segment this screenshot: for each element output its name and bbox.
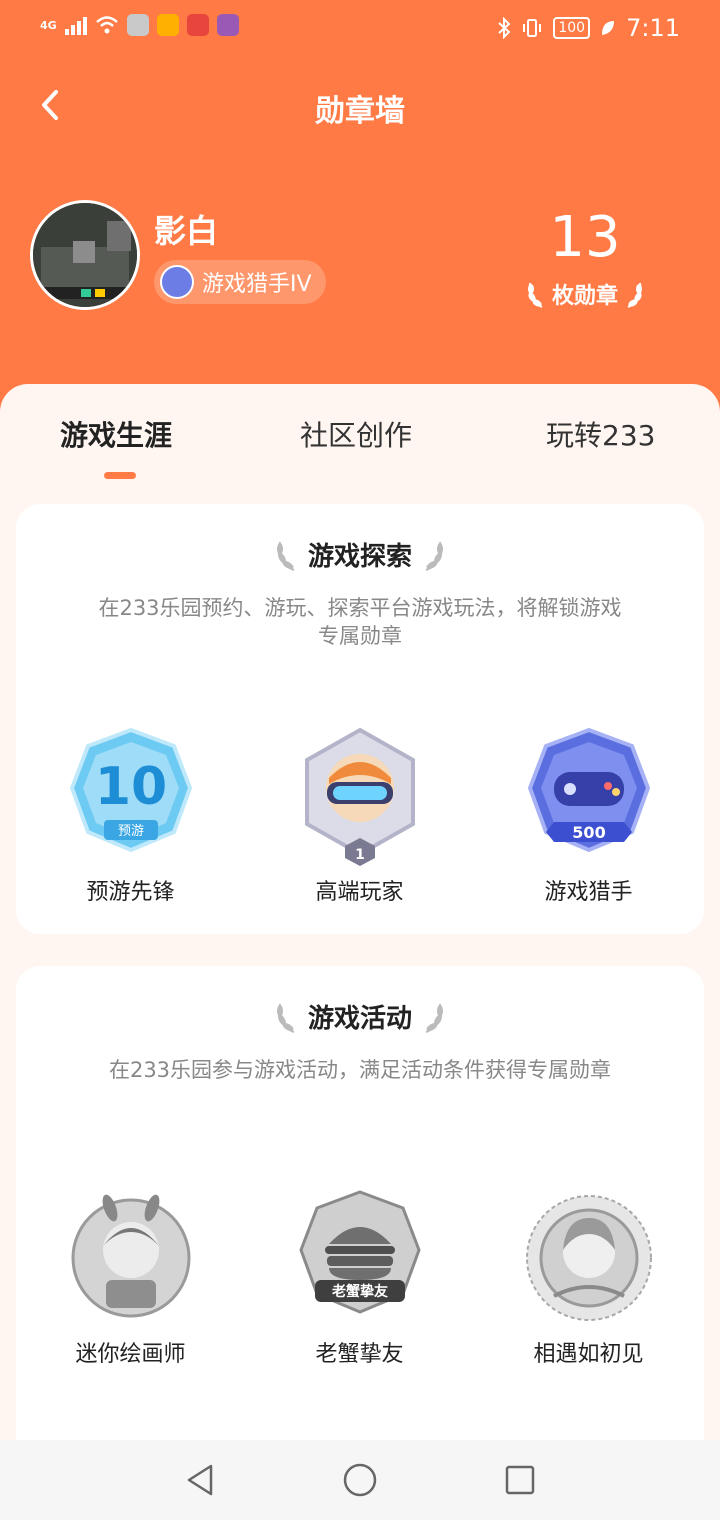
laurel-left-icon xyxy=(527,282,543,308)
badge-item[interactable]: 1 高端玩家 xyxy=(245,726,474,906)
badge-name: 高端玩家 xyxy=(315,880,404,905)
section-description: 在233乐园参与游戏活动，满足活动条件获得专属勋章 xyxy=(108,1058,612,1082)
section-card-explore: 游戏探索 在233乐园预约、游玩、探索平台游戏玩法，将解锁游戏专属勋章 10 预… xyxy=(16,504,704,934)
nav-back-button[interactable] xyxy=(180,1460,220,1500)
badge-sub-text: 老蟹挚友 xyxy=(332,1283,388,1300)
app-notification-icon xyxy=(126,14,149,36)
laurel-left-icon xyxy=(276,541,295,571)
badge-name: 相遇如初见 xyxy=(533,1342,644,1367)
section-header: 游戏活动 xyxy=(16,998,704,1035)
tab-bar: 游戏生涯 社区创作 玩转233 xyxy=(0,384,720,494)
section-title: 游戏探索 xyxy=(307,542,412,572)
burger-friend-badge-icon: 老蟹挚友 xyxy=(295,1188,425,1328)
badge-name: 游戏猎手 xyxy=(544,880,633,905)
cell-signal-icon xyxy=(64,15,87,35)
nav-recents-button[interactable] xyxy=(500,1460,540,1500)
section-header: 游戏探索 xyxy=(16,536,704,573)
laurel-left-icon xyxy=(276,1003,295,1033)
rank-badge-icon xyxy=(160,265,194,299)
badge-number: 10 xyxy=(94,757,166,817)
badge-name: 老蟹挚友 xyxy=(315,1342,404,1367)
system-nav-bar xyxy=(0,1440,720,1520)
network-type: 4G xyxy=(40,18,57,32)
battery-indicator: 100 xyxy=(553,17,591,39)
section-description: 在233乐园预约、游玩、探索平台游戏玩法，将解锁游戏专属勋章 xyxy=(98,596,622,648)
badge-count: 13 枚勋章 xyxy=(510,208,660,310)
badge-row: 10 预游 预游先锋 1 高端玩家 500 游戏猎手 xyxy=(16,726,704,906)
first-meet-badge-icon xyxy=(524,1188,654,1328)
badge-sub-text: 预游 xyxy=(117,824,143,839)
badge-item[interactable]: 10 预游 预游先锋 xyxy=(16,726,245,906)
username: 影白 xyxy=(154,212,219,250)
tab-game-career[interactable]: 游戏生涯 xyxy=(60,414,172,454)
avatar[interactable] xyxy=(30,200,140,310)
badge-count-number: 13 xyxy=(549,205,621,270)
vr-player-badge-icon: 1 xyxy=(295,726,425,866)
badge-number: 500 xyxy=(572,823,605,842)
section-card-events: 游戏活动 在233乐园参与游戏活动，满足活动条件获得专属勋章 迷你绘画师 老蟹挚… xyxy=(16,966,704,1520)
page-title: 勋章墙 xyxy=(315,94,405,129)
nav-home-button[interactable] xyxy=(340,1460,380,1500)
badge-number: 1 xyxy=(355,847,365,863)
mini-painter-badge-icon xyxy=(66,1188,196,1328)
rank-pill[interactable]: 游戏猎手IV xyxy=(154,260,326,304)
badge-item[interactable]: 老蟹挚友 老蟹挚友 xyxy=(245,1188,474,1368)
badge-name: 迷你绘画师 xyxy=(75,1342,186,1367)
laurel-right-icon xyxy=(425,1003,443,1033)
badge-item[interactable]: 500 游戏猎手 xyxy=(474,726,703,906)
clock-time: 7:11 xyxy=(626,14,680,42)
tab-indicator xyxy=(104,472,136,479)
tab-community[interactable]: 社区创作 xyxy=(300,414,412,454)
game-app-icon xyxy=(186,14,209,36)
bluetooth-icon xyxy=(498,17,511,39)
laurel-right-icon xyxy=(425,541,443,571)
status-right: 100 7:11 xyxy=(497,14,680,42)
profile-header: 影白 游戏猎手IV 13 枚勋章 xyxy=(30,200,690,310)
clock-app-icon xyxy=(216,14,239,36)
status-left: 4G xyxy=(40,14,239,36)
rank-label: 游戏猎手IV xyxy=(202,272,312,297)
top-bar: 勋章墙 xyxy=(0,80,720,130)
badge-count-label: 枚勋章 xyxy=(551,284,618,309)
badge-count-caption: 枚勋章 xyxy=(510,278,660,310)
triangle-back-icon xyxy=(187,1464,213,1496)
badge-row: 迷你绘画师 老蟹挚友 老蟹挚友 相遇如初见 xyxy=(16,1188,704,1368)
badge-item[interactable]: 迷你绘画师 xyxy=(16,1188,245,1368)
badge-name: 预游先锋 xyxy=(86,880,175,905)
wifi-icon xyxy=(95,16,118,34)
status-bar: 4G 100 7:11 xyxy=(0,0,720,56)
badge-item[interactable]: 相遇如初见 xyxy=(474,1188,703,1368)
avatar-image xyxy=(33,203,137,307)
laurel-right-icon xyxy=(627,282,642,308)
badge-sheet: 游戏生涯 社区创作 玩转233 游戏探索 在233乐园预约、游玩、探索平台游戏玩… xyxy=(0,384,720,1520)
section-title: 游戏活动 xyxy=(307,1004,412,1034)
preorder-10-badge-icon: 10 预游 xyxy=(66,726,196,866)
circle-home-icon xyxy=(343,1463,377,1497)
vibrate-icon xyxy=(523,19,542,37)
square-recents-icon xyxy=(505,1465,535,1495)
tab-play-233[interactable]: 玩转233 xyxy=(546,414,655,454)
gamepad-hunter-badge-icon: 500 xyxy=(524,726,654,866)
leaf-icon xyxy=(602,21,615,35)
video-app-icon xyxy=(156,14,179,36)
